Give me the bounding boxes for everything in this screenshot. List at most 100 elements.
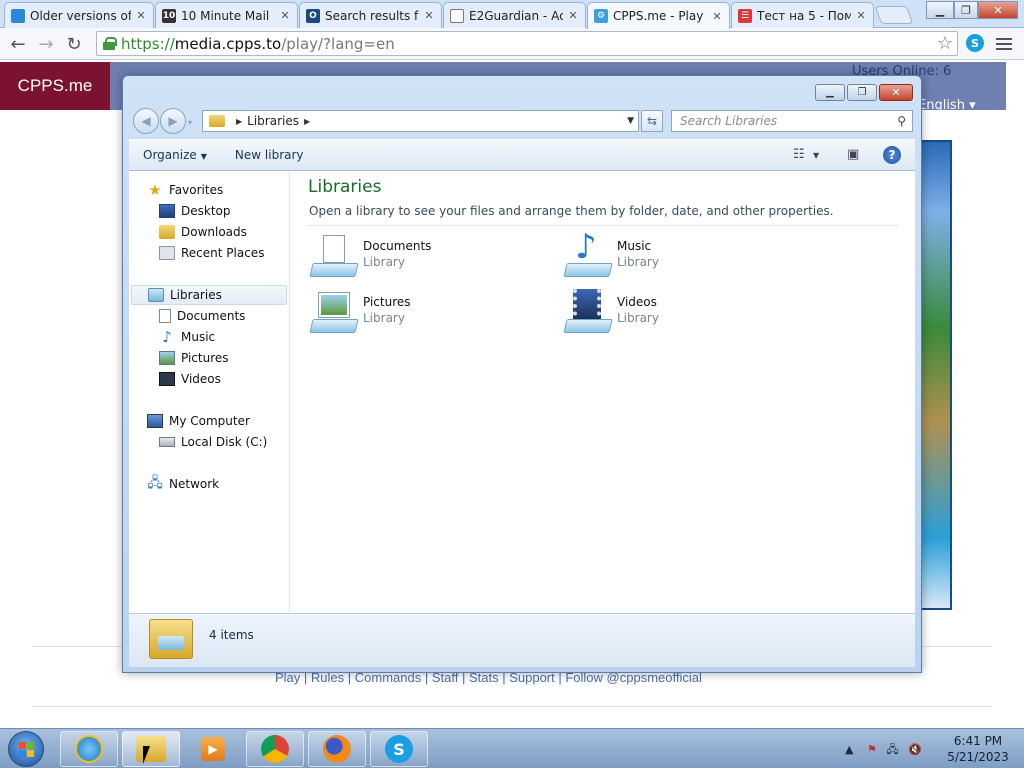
nav-documents[interactable]: Documents xyxy=(129,306,289,326)
videos-library-icon xyxy=(563,289,613,337)
explorer-maximize-button[interactable]: ❐ xyxy=(847,84,877,101)
taskbar-media-player[interactable]: ▶ xyxy=(184,731,242,767)
start-button[interactable] xyxy=(8,731,44,767)
library-pictures[interactable]: Pictures Library xyxy=(309,289,539,337)
network-tray-icon[interactable]: 🖧 xyxy=(886,743,898,756)
list-icon: ☰ xyxy=(738,8,752,23)
bookmark-star-icon[interactable]: ☆ xyxy=(937,33,953,54)
minimize-button[interactable]: ▁ xyxy=(926,1,954,19)
nav-videos[interactable]: Videos xyxy=(129,369,289,389)
reload-icon[interactable]: ↻ xyxy=(62,32,86,56)
nav-my-computer[interactable]: My Computer xyxy=(129,411,289,431)
help-icon[interactable]: ? xyxy=(883,146,901,164)
taskbar-skype[interactable]: S xyxy=(370,731,428,767)
preview-pane-icon[interactable]: ▣ xyxy=(847,147,859,162)
firefox-icon xyxy=(323,735,351,763)
nav-favorites[interactable]: ★ Favorites xyxy=(129,180,289,200)
nav-network[interactable]: 🖧 Network xyxy=(129,474,289,494)
address-dropdown-icon[interactable]: ▼ xyxy=(627,116,634,126)
forward-button[interactable]: ▶ xyxy=(160,108,186,134)
language-selector[interactable]: English ▾ xyxy=(918,98,976,113)
library-music[interactable]: ♪ Music Library xyxy=(563,227,793,281)
star-icon: ★ xyxy=(148,181,162,199)
search-input[interactable]: Search Libraries ⚲ xyxy=(671,110,913,132)
nav-downloads[interactable]: Downloads xyxy=(129,222,289,242)
library-shelf xyxy=(309,263,359,277)
game-frame[interactable] xyxy=(918,140,952,610)
tab-search-results[interactable]: O Search results for ✕ xyxy=(299,2,442,28)
nav-music[interactable]: ♪ Music xyxy=(129,327,289,347)
music-library-icon: ♪ xyxy=(563,227,613,281)
photo-frame xyxy=(318,292,350,318)
search-icon[interactable]: ⚲ xyxy=(897,114,906,128)
libraries-folder-icon xyxy=(149,619,193,659)
explorer-address-bar[interactable]: ▶ Libraries ▶ ▼ xyxy=(202,110,639,132)
music-note-icon: ♪ xyxy=(162,328,172,346)
taskbar-chrome[interactable] xyxy=(246,731,304,767)
breadcrumb-arrow-icon[interactable]: ▶ xyxy=(304,117,310,126)
refresh-button[interactable]: ⇆ xyxy=(641,110,663,132)
clock[interactable]: 6:41 PM 5/21/2023 xyxy=(938,733,1018,765)
chrome-icon xyxy=(261,735,289,763)
document-icon xyxy=(159,309,171,323)
new-library-button[interactable]: New library xyxy=(221,148,318,162)
tab-test[interactable]: ☰ Тест на 5 - Помо ✕ xyxy=(731,2,874,28)
show-hidden-icons-icon[interactable]: ▲ xyxy=(845,743,853,756)
pictures-library-icon xyxy=(309,289,359,337)
explorer-minimize-button[interactable]: ▁ xyxy=(815,84,845,101)
explorer-close-button[interactable]: ✕ xyxy=(879,84,913,101)
tab-older-versions[interactable]: Older versions of ✕ xyxy=(4,2,154,28)
action-center-flag-icon[interactable]: ⚑ xyxy=(867,743,877,756)
back-button[interactable]: ◀ xyxy=(133,108,159,134)
page-icon xyxy=(450,8,464,23)
maximize-button[interactable]: ❐ xyxy=(954,1,978,19)
skype-extension-icon[interactable]: S xyxy=(966,34,984,52)
breadcrumb-libraries[interactable]: Libraries xyxy=(247,114,299,128)
tab-cpps-play[interactable]: ⚙ CPPS.me - Play ✕ xyxy=(587,2,730,29)
site-logo[interactable]: CPPS.me xyxy=(0,62,110,110)
downloads-folder-icon xyxy=(159,225,175,239)
new-tab-button[interactable] xyxy=(874,6,914,24)
recent-pages-chevron-icon[interactable]: ▾ xyxy=(188,118,192,127)
chrome-menu-icon[interactable] xyxy=(996,35,1012,51)
close-icon[interactable]: ✕ xyxy=(711,10,723,23)
back-arrow-icon[interactable]: ← xyxy=(6,32,30,56)
close-icon[interactable]: ✕ xyxy=(423,9,435,22)
address-bar[interactable]: https://media.cpps.to/play/?lang=en ☆ xyxy=(96,31,958,56)
view-options-chevron-icon[interactable]: ▼ xyxy=(813,151,819,160)
tab-e2guardian[interactable]: E2Guardian - Acce ✕ xyxy=(443,2,586,28)
hard-drive-icon xyxy=(159,437,175,447)
taskbar-firefox[interactable] xyxy=(308,731,366,767)
page-title: Libraries xyxy=(308,177,382,197)
taskbar-windows-explorer[interactable] xyxy=(122,731,180,767)
library-documents[interactable]: Documents Library xyxy=(309,233,539,281)
folder-icon xyxy=(136,736,166,762)
navigation-pane: ★ Favorites Desktop Downloads Recent Plac… xyxy=(129,171,290,613)
nav-local-disk[interactable]: Local Disk (C:) xyxy=(129,432,289,452)
change-view-icon[interactable]: ☷ xyxy=(793,147,805,162)
library-shelf xyxy=(563,263,613,277)
close-icon[interactable]: ✕ xyxy=(279,9,291,22)
system-tray: ▲ ⚑ 🖧 🔇 xyxy=(845,741,922,760)
diamond-icon xyxy=(11,8,25,23)
taskbar-internet-explorer[interactable] xyxy=(60,731,118,767)
volume-muted-icon[interactable]: 🔇 xyxy=(908,743,922,756)
close-icon[interactable]: ✕ xyxy=(855,9,867,22)
lock-icon xyxy=(103,37,117,50)
desktop-icon xyxy=(159,204,175,218)
nav-libraries[interactable]: Libraries xyxy=(131,285,287,305)
forward-arrow-icon[interactable]: → xyxy=(34,32,58,56)
library-videos[interactable]: Videos Library xyxy=(563,289,793,337)
content-pane: Libraries Open a library to see your fil… xyxy=(291,171,915,613)
close-icon[interactable]: ✕ xyxy=(135,9,147,22)
nav-recent-places[interactable]: Recent Places xyxy=(129,243,289,263)
tab-10-minute-mail[interactable]: 10 10 Minute Mail ✕ xyxy=(155,2,298,28)
breadcrumb-arrow-icon[interactable]: ▶ xyxy=(236,117,242,126)
organize-button[interactable]: Organize ▼ xyxy=(129,148,221,162)
close-icon[interactable]: ✕ xyxy=(567,9,579,22)
nav-pictures[interactable]: Pictures xyxy=(129,348,289,368)
recent-places-icon xyxy=(159,246,175,260)
close-window-button[interactable]: ✕ xyxy=(978,1,1018,19)
nav-desktop[interactable]: Desktop xyxy=(129,201,289,221)
divider xyxy=(307,225,899,226)
